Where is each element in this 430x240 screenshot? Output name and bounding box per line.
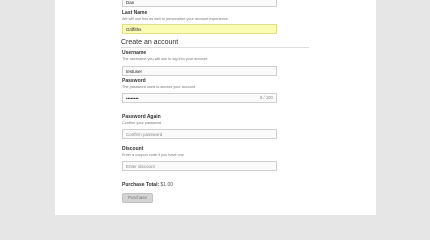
- password-field[interactable]: ••••••••: [122, 93, 277, 103]
- username-hint: The username you will use to log into yo…: [122, 57, 208, 61]
- last-name-field[interactable]: Griffiths: [122, 24, 277, 34]
- password-again-field[interactable]: Confirm password: [122, 129, 277, 139]
- password-again-hint: Confirm your password: [122, 121, 162, 125]
- purchase-button[interactable]: Purchase: [122, 193, 153, 203]
- last-name-hint: We will use this as well to personalize …: [122, 17, 229, 21]
- username-field[interactable]: testuser: [122, 66, 277, 76]
- discount-field[interactable]: Enter discount: [122, 161, 277, 171]
- section-title-create-account: Create an account: [121, 39, 179, 46]
- password-hint: The password used to access your account: [122, 85, 196, 89]
- form-panel: Dan Last Name We will use this as well t…: [55, 0, 376, 215]
- purchase-total-label: Purchase Total:: [122, 182, 160, 188]
- discount-label: Discount: [122, 146, 144, 152]
- purchase-total-value: $1.00: [160, 182, 174, 188]
- first-name-field[interactable]: Dan: [122, 0, 277, 7]
- username-label: Username: [122, 50, 147, 56]
- first-name-value: Dan: [126, 0, 135, 5]
- purchase-total: Purchase Total: $1.00: [122, 182, 173, 188]
- discount-placeholder: Enter discount: [126, 164, 155, 169]
- discount-hint: Enter a coupon code if you have one: [122, 153, 184, 157]
- password-value: ••••••••: [126, 96, 139, 101]
- last-name-label: Last Name: [122, 10, 148, 16]
- section-divider: [121, 47, 309, 48]
- username-value: testuser: [126, 69, 143, 74]
- password-label: Password: [122, 78, 146, 84]
- password-again-placeholder: Confirm password: [126, 132, 163, 137]
- last-name-value: Griffiths: [126, 27, 142, 32]
- password-again-label: Password Again: [122, 114, 161, 120]
- password-strength-indicator: 8 / 100: [260, 95, 273, 100]
